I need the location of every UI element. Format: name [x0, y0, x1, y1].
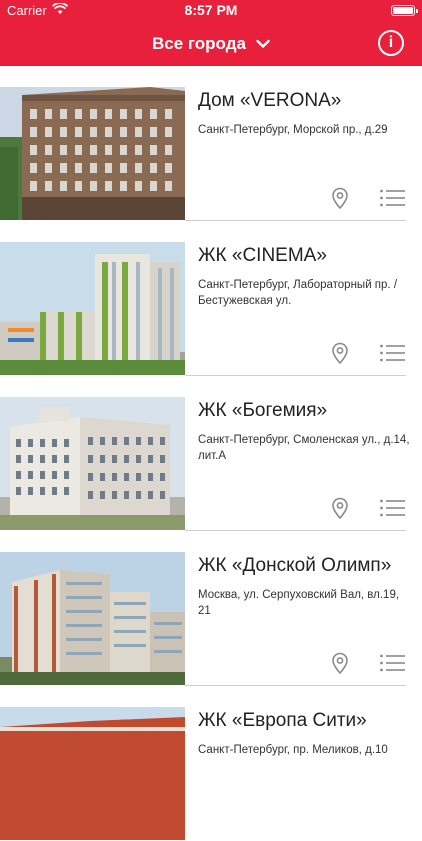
project-card[interactable]: ЖК «Донской Олимп» Москва, ул. Серпуховс…	[0, 531, 422, 686]
project-card[interactable]: ЖК «Богемия» Санкт-Петербург, Смоленская…	[0, 376, 422, 531]
city-selector[interactable]: Все города	[0, 30, 422, 58]
project-address: Санкт-Петербург, Морской пр., д.29	[198, 124, 388, 136]
project-address: Санкт-Петербург, пр. Меликов, д.10	[198, 744, 388, 756]
project-card[interactable]: ЖК «Европа Сити» Санкт-Петербург, пр. Ме…	[0, 686, 422, 841]
map-pin-icon[interactable]	[331, 187, 349, 209]
navigation-bar: Carrier 8:57 PM Все города i	[0, 0, 422, 66]
project-address: Санкт-Петербург, Смоленская ул., д.14, л…	[198, 434, 410, 462]
map-pin-icon[interactable]	[331, 342, 349, 364]
project-title: ЖК «Богемия»	[198, 400, 328, 421]
info-button[interactable]: i	[378, 30, 404, 56]
list-menu-icon[interactable]	[380, 344, 405, 362]
project-address: Санкт-Петербург, Лабораторный пр. / Бест…	[198, 279, 398, 307]
project-image	[0, 87, 185, 220]
project-image	[0, 242, 185, 375]
info-icon: i	[388, 34, 394, 51]
chevron-down-icon	[256, 39, 270, 48]
project-title: ЖК «CINEMA»	[198, 245, 327, 266]
list-menu-icon[interactable]	[380, 654, 405, 672]
map-pin-icon[interactable]	[331, 497, 349, 519]
status-bar: Carrier 8:57 PM	[0, 0, 422, 22]
project-card[interactable]: ЖК «CINEMA» Санкт-Петербург, Лабораторны…	[0, 221, 422, 376]
project-image	[0, 552, 185, 685]
project-title: ЖК «Европа Сити»	[198, 710, 367, 731]
project-title: ЖК «Донской Олимп»	[198, 555, 392, 576]
project-address: Москва, ул. Серпуховский Вал, вл.19, 21	[198, 589, 400, 617]
city-selector-label: Все города	[152, 34, 246, 53]
project-image	[0, 707, 185, 840]
list-menu-icon[interactable]	[380, 189, 405, 207]
project-card[interactable]: Дом «VERONA» Санкт-Петербург, Морской пр…	[0, 66, 422, 221]
battery-icon	[391, 5, 418, 16]
list-menu-icon[interactable]	[380, 499, 405, 517]
project-list: Дом «VERONA» Санкт-Петербург, Морской пр…	[0, 66, 422, 841]
project-image	[0, 397, 185, 530]
clock: 8:57 PM	[184, 2, 238, 18]
map-pin-icon[interactable]	[331, 652, 349, 674]
project-title: Дом «VERONA»	[198, 90, 342, 111]
